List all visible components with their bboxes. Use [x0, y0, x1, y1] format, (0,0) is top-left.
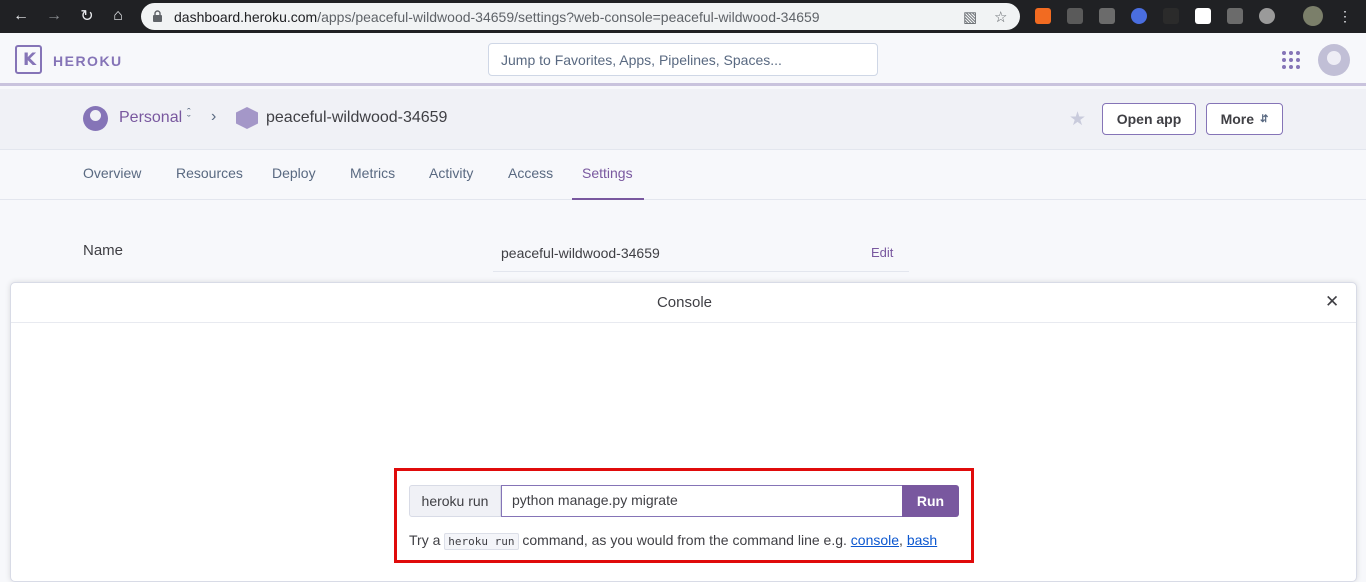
ext-braces-icon[interactable] [1163, 8, 1179, 24]
ext-card-icon[interactable] [1067, 8, 1083, 24]
forward-icon[interactable]: → [43, 5, 65, 27]
chevron-right-icon: › [211, 108, 217, 125]
open-app-button[interactable]: Open app [1102, 103, 1196, 135]
menu-kebab-icon[interactable]: ⋮ [1338, 7, 1352, 25]
more-button[interactable]: More ⇵ [1206, 103, 1283, 135]
tab-settings[interactable]: Settings [582, 165, 633, 181]
updown-chevron-icon[interactable]: ˆˇ [187, 108, 191, 126]
run-command-box: heroku run python manage.py migrate Run … [394, 468, 974, 563]
bookmark-star-icon[interactable]: ☆ [994, 8, 1007, 26]
url-text: dashboard.heroku.com/apps/peaceful-wildw… [174, 9, 820, 25]
apps-grid-icon[interactable] [1282, 51, 1300, 69]
tab-access[interactable]: Access [508, 165, 553, 181]
app-bar: Personal ˆˇ › peaceful-wildwood-34659 ★ … [0, 89, 1366, 150]
home-icon[interactable]: ⌂ [107, 5, 129, 27]
ext-i2-icon[interactable] [1227, 8, 1243, 24]
name-value: peaceful-wildwood-34659 [501, 245, 660, 261]
app-hexagon-icon [236, 107, 258, 129]
back-icon[interactable]: ← [10, 5, 32, 27]
console-hint: Try a heroku run command, as you would f… [409, 532, 938, 550]
bash-link[interactable]: bash [907, 532, 937, 548]
tab-deploy[interactable]: Deploy [272, 165, 316, 181]
ext-orange-icon[interactable] [1035, 8, 1051, 24]
heroku-logo-icon[interactable]: K [15, 45, 42, 74]
tab-overview[interactable]: Overview [83, 165, 141, 181]
person-icon [83, 106, 108, 131]
browser-toolbar: ← → ↻ ⌂ dashboard.heroku.com/apps/peacef… [0, 0, 1366, 33]
tab-resources[interactable]: Resources [176, 165, 243, 181]
console-link[interactable]: console [851, 532, 899, 548]
reload-icon[interactable]: ↻ [76, 5, 98, 27]
console-title: Console [656, 294, 713, 311]
tab-activity[interactable]: Activity [429, 165, 473, 181]
command-prefix: heroku run [409, 485, 501, 517]
ext-gear-icon[interactable] [1259, 8, 1275, 24]
app-name[interactable]: peaceful-wildwood-34659 [266, 109, 447, 127]
ext-i-icon[interactable] [1099, 8, 1115, 24]
translate-icon[interactable]: ▧ [963, 8, 977, 26]
edit-name-button[interactable]: Edit [871, 245, 893, 260]
search-input[interactable]: Jump to Favorites, Apps, Pipelines, Spac… [488, 43, 878, 76]
run-button[interactable]: Run [902, 485, 959, 517]
console-modal: Console ✕ heroku run python manage.py mi… [10, 282, 1357, 582]
lock-icon [153, 10, 162, 22]
favorite-star-icon[interactable]: ★ [1069, 108, 1086, 131]
app-tabs: Overview Resources Deploy Metrics Activi… [0, 150, 1366, 200]
active-tab-indicator [572, 198, 644, 200]
name-label: Name [83, 242, 124, 259]
brand-name[interactable]: HEROKU [53, 53, 123, 69]
user-avatar[interactable] [1318, 44, 1350, 76]
tab-metrics[interactable]: Metrics [350, 165, 395, 181]
console-header: Console ✕ [11, 283, 1356, 323]
ext-check-icon[interactable] [1131, 8, 1147, 24]
command-input[interactable]: python manage.py migrate [501, 485, 903, 517]
divider [493, 271, 909, 272]
ext-bookmark-icon[interactable] [1195, 8, 1211, 24]
profile-avatar[interactable] [1303, 6, 1323, 26]
updown-icon: ⇵ [1260, 113, 1269, 125]
account-switcher[interactable]: Personal [119, 109, 182, 127]
address-bar[interactable]: dashboard.heroku.com/apps/peaceful-wildw… [141, 3, 1020, 30]
close-icon[interactable]: ✕ [1325, 292, 1339, 312]
heroku-header: K HEROKU Jump to Favorites, Apps, Pipeli… [0, 33, 1366, 86]
hint-code: heroku run [444, 533, 519, 550]
